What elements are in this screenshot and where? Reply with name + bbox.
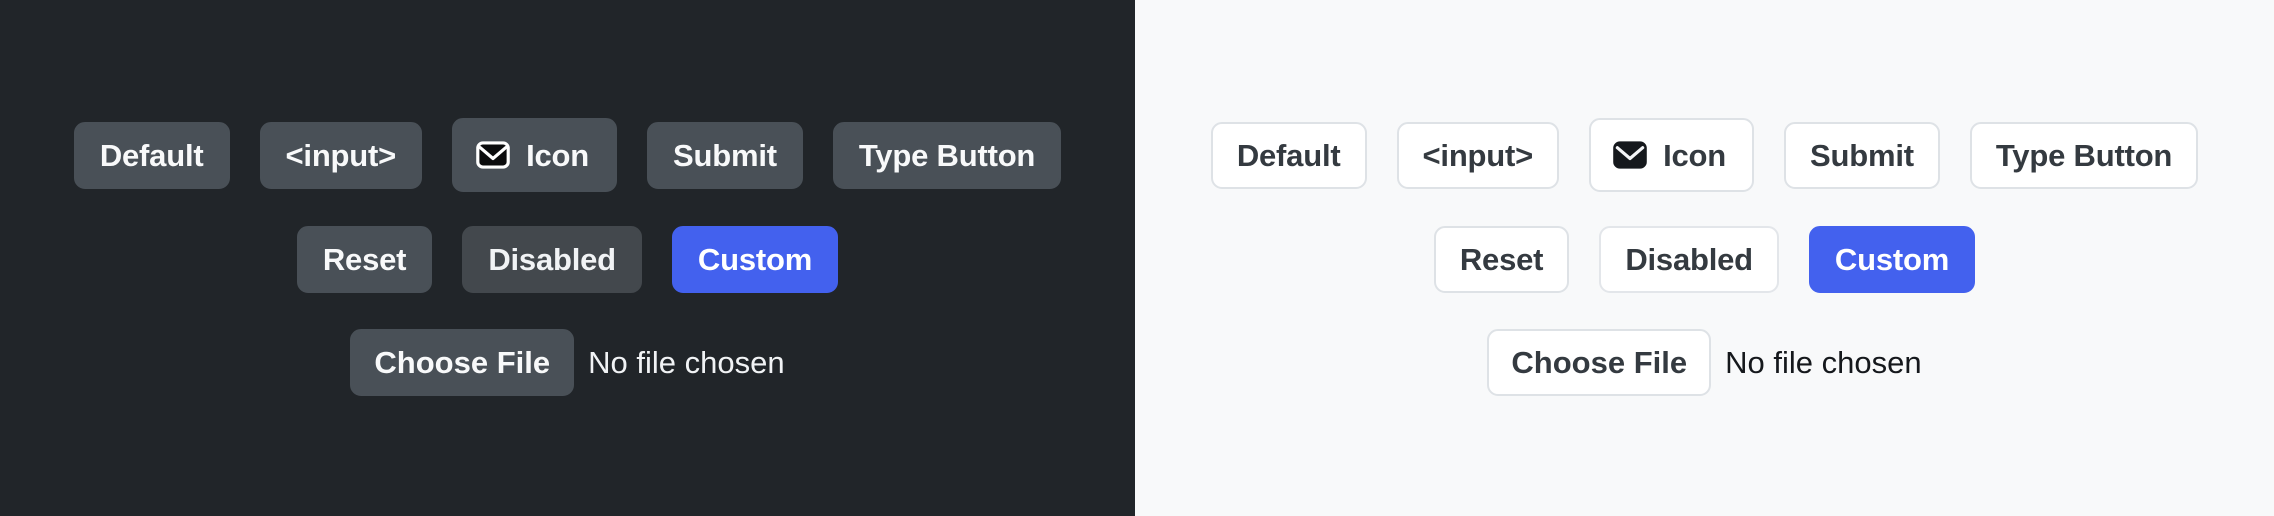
icon-button[interactable]: Icon — [1589, 118, 1754, 192]
file-input-row: Choose File No file chosen — [350, 329, 785, 396]
file-status-text: No file chosen — [588, 345, 785, 380]
choose-file-button[interactable]: Choose File — [1487, 329, 1712, 396]
icon-button-label: Icon — [1663, 137, 1726, 173]
button-row-primary: Default <input> Icon Submit Type Button — [73, 118, 1062, 192]
type-button[interactable]: Type Button — [832, 121, 1062, 189]
choose-file-button[interactable]: Choose File — [350, 329, 575, 396]
custom-button[interactable]: Custom — [1808, 226, 1976, 293]
theme-split-container: Default <input> Icon Submit Type Button … — [0, 0, 2274, 516]
custom-button[interactable]: Custom — [671, 226, 839, 293]
default-button[interactable]: Default — [1210, 121, 1367, 189]
icon-button-label: Icon — [526, 137, 589, 173]
disabled-button: Disabled — [1599, 226, 1779, 293]
file-input-field[interactable]: Choose File No file chosen — [350, 329, 785, 396]
submit-button[interactable]: Submit — [1784, 121, 1940, 189]
button-row-secondary: Reset Disabled Custom — [296, 226, 839, 293]
input-button[interactable]: <input> — [259, 121, 423, 189]
file-input-row: Choose File No file chosen — [1487, 329, 1922, 396]
file-status-text: No file chosen — [1725, 345, 1922, 380]
submit-button[interactable]: Submit — [647, 121, 803, 189]
reset-button[interactable]: Reset — [1433, 226, 1570, 293]
icon-button[interactable]: Icon — [452, 118, 617, 192]
file-input-field[interactable]: Choose File No file chosen — [1487, 329, 1922, 396]
light-theme-pane: Default <input> Icon Submit Type Button … — [1135, 0, 2274, 516]
button-row-secondary: Reset Disabled Custom — [1433, 226, 1976, 293]
dark-theme-pane: Default <input> Icon Submit Type Button … — [0, 0, 1135, 516]
envelope-icon — [1611, 136, 1649, 174]
reset-button[interactable]: Reset — [296, 226, 433, 293]
disabled-button: Disabled — [462, 226, 642, 293]
input-button[interactable]: <input> — [1396, 121, 1560, 189]
button-row-primary: Default <input> Icon Submit Type Button — [1210, 118, 2199, 192]
envelope-icon — [474, 136, 512, 174]
type-button[interactable]: Type Button — [1969, 121, 2199, 189]
default-button[interactable]: Default — [73, 121, 230, 189]
